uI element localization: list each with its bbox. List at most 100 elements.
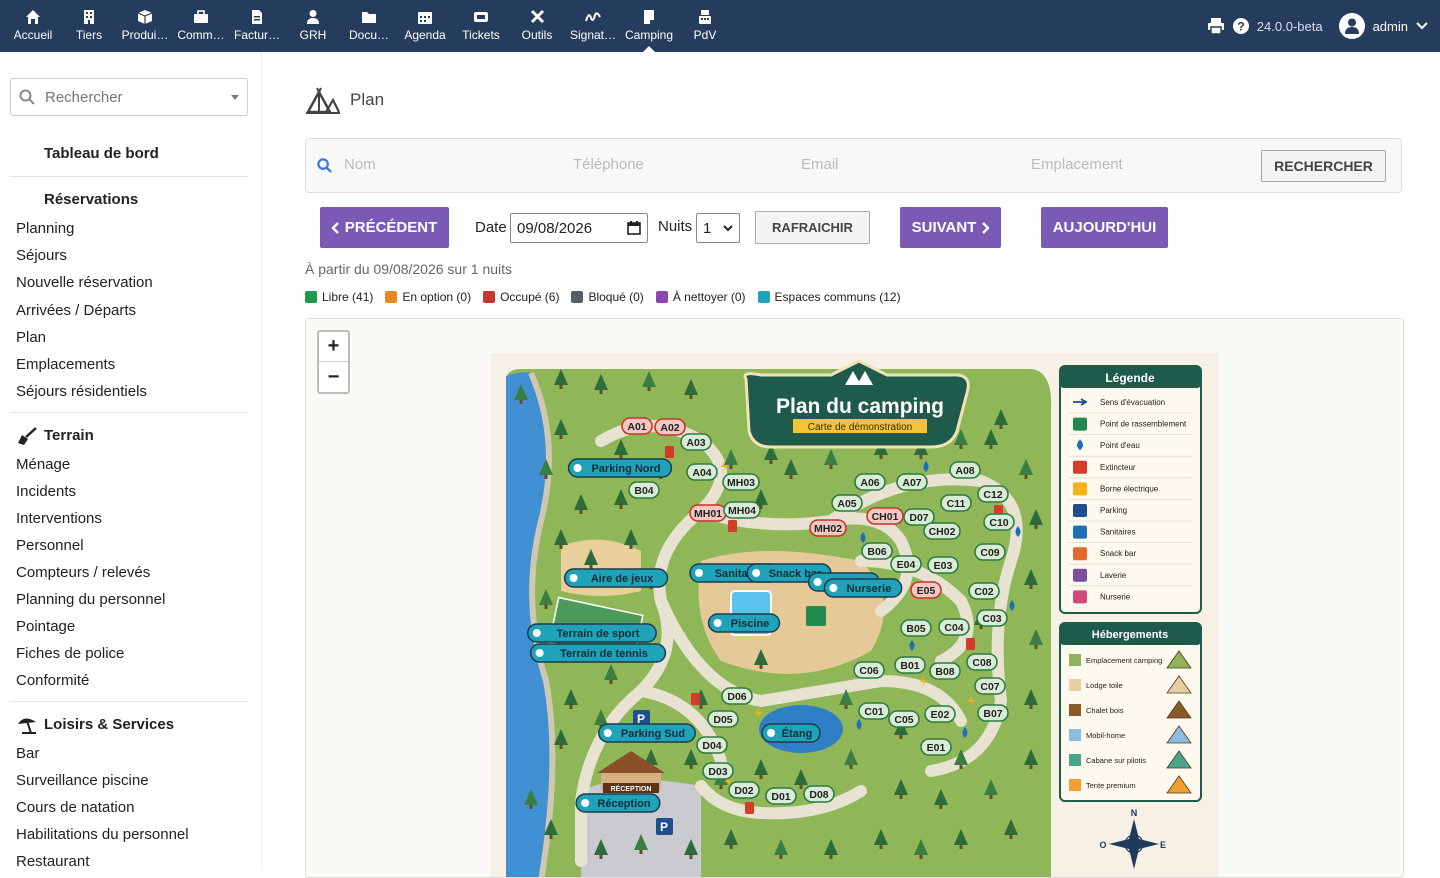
sidebar-item-terrain-5[interactable]: Planning du personnel xyxy=(16,591,165,608)
spot-e02[interactable]: E02 xyxy=(924,705,956,723)
nav-invoice[interactable]: Factur… xyxy=(229,0,285,52)
spot-d06[interactable]: D06 xyxy=(721,687,753,705)
spot-c04[interactable]: C04 xyxy=(938,618,970,636)
nav-home[interactable]: Accueil xyxy=(5,0,61,52)
spot-mh03[interactable]: MH03 xyxy=(722,473,760,491)
sidebar-section-loisirs[interactable]: Loisirs & Services xyxy=(44,716,174,733)
nav-tent[interactable]: Camping xyxy=(621,0,677,52)
spot-d02[interactable]: D02 xyxy=(728,781,760,799)
help-icon[interactable]: ? xyxy=(1232,18,1249,34)
spot-b05[interactable]: B05 xyxy=(900,619,932,637)
spot-e01[interactable]: E01 xyxy=(920,738,952,756)
name-field[interactable]: Nom xyxy=(344,156,376,173)
spot-a06[interactable]: A06 xyxy=(854,473,886,491)
sidebar-item-reservations-6[interactable]: Séjours résidentiels xyxy=(16,383,147,400)
sidebar-section-terrain[interactable]: Terrain xyxy=(44,427,94,444)
search-caret-icon[interactable] xyxy=(231,95,239,100)
nav-cash-register[interactable]: PdV xyxy=(677,0,733,52)
spot-c06[interactable]: C06 xyxy=(853,661,885,679)
spot-a08[interactable]: A08 xyxy=(949,461,981,479)
spot-c12[interactable]: C12 xyxy=(977,485,1009,503)
spot-mh04[interactable]: MH04 xyxy=(723,501,761,519)
spot-d01[interactable]: D01 xyxy=(765,787,797,805)
spot-b07[interactable]: B07 xyxy=(977,704,1009,722)
sidebar-search[interactable] xyxy=(10,78,248,116)
chevron-down-icon[interactable] xyxy=(1416,22,1428,30)
spot-d05[interactable]: D05 xyxy=(707,710,739,728)
place-7[interactable]: Terrain de sport xyxy=(527,623,657,643)
sidebar-item-terrain-1[interactable]: Incidents xyxy=(16,483,76,500)
nav-folder[interactable]: Docu… xyxy=(341,0,397,52)
printer-icon[interactable] xyxy=(1207,18,1225,34)
sidebar-item-loisirs-0[interactable]: Bar xyxy=(16,745,39,762)
previous-button[interactable]: PRÉCÉDENT xyxy=(320,207,449,248)
refresh-button[interactable]: RAFRAICHIR xyxy=(755,211,870,244)
sidebar-item-loisirs-4[interactable]: Restaurant xyxy=(16,853,89,870)
spot-a02[interactable]: A02 xyxy=(654,418,686,436)
nav-user-tie[interactable]: GRH xyxy=(285,0,341,52)
spot-a05[interactable]: A05 xyxy=(831,494,863,512)
sidebar-dashboard[interactable]: Tableau de bord xyxy=(44,145,159,162)
today-button[interactable]: AUJOURD'HUI xyxy=(1041,207,1168,248)
spot-ch02[interactable]: CH02 xyxy=(923,522,961,540)
spot-b06[interactable]: B06 xyxy=(861,542,893,560)
map-image[interactable]: RÉCEPTION Plan du camping Carte de démonst… xyxy=(306,319,1404,878)
spot-d08[interactable]: D08 xyxy=(803,785,835,803)
sidebar-item-loisirs-1[interactable]: Surveillance piscine xyxy=(16,772,149,789)
place-1[interactable]: Aire de jeux xyxy=(563,568,669,588)
sidebar-item-reservations-0[interactable]: Planning xyxy=(16,220,74,237)
spot-c01[interactable]: C01 xyxy=(858,702,890,720)
spot-e03[interactable]: E03 xyxy=(927,556,959,574)
nav-building[interactable]: Tiers xyxy=(61,0,117,52)
sidebar-item-loisirs-3[interactable]: Habilitations du personnel xyxy=(16,826,189,843)
search-button[interactable]: RECHERCHER xyxy=(1261,150,1386,182)
spot-a01[interactable]: A01 xyxy=(621,417,653,435)
place-5[interactable]: Nurserie xyxy=(823,578,903,598)
place-8[interactable]: Terrain de tennis xyxy=(529,643,667,663)
place-9[interactable]: Parking Sud xyxy=(598,723,696,743)
spot-a04[interactable]: A04 xyxy=(686,463,718,481)
nights-select[interactable]: 1 xyxy=(696,213,740,243)
spot-e05[interactable]: E05 xyxy=(910,581,942,599)
spot-mh02[interactable]: MH02 xyxy=(809,519,847,537)
nav-signature[interactable]: Signat… xyxy=(565,0,621,52)
nav-tools[interactable]: Outils xyxy=(509,0,565,52)
sidebar-item-terrain-8[interactable]: Conformité xyxy=(16,672,89,689)
phone-field[interactable]: Téléphone xyxy=(573,156,644,173)
spot-c08[interactable]: C08 xyxy=(966,653,998,671)
sidebar-item-reservations-4[interactable]: Plan xyxy=(16,329,46,346)
spot-e04[interactable]: E04 xyxy=(890,555,922,573)
user-avatar[interactable] xyxy=(1338,13,1365,39)
spot-c02[interactable]: C02 xyxy=(968,582,1000,600)
sidebar-item-terrain-7[interactable]: Fiches de police xyxy=(16,645,124,662)
nav-briefcase[interactable]: Comm… xyxy=(173,0,229,52)
spot-a03[interactable]: A03 xyxy=(680,433,712,451)
place-0[interactable]: Parking Nord xyxy=(567,458,673,478)
sidebar-item-terrain-2[interactable]: Interventions xyxy=(16,510,102,527)
camping-map[interactable]: + − RÉCEPTION Plan du camping Carte de dém… xyxy=(305,318,1404,878)
sidebar-item-reservations-2[interactable]: Nouvelle réservation xyxy=(16,274,153,291)
calendar-icon[interactable] xyxy=(627,221,641,235)
spot-b08[interactable]: B08 xyxy=(929,662,961,680)
sidebar-section-reservations[interactable]: Réservations xyxy=(44,191,138,208)
spot-mh01[interactable]: MH01 xyxy=(689,504,727,522)
nav-calendar[interactable]: Agenda xyxy=(397,0,453,52)
spot-c09[interactable]: C09 xyxy=(974,543,1006,561)
place-10[interactable]: Étang xyxy=(761,723,821,743)
sidebar-item-loisirs-2[interactable]: Cours de natation xyxy=(16,799,134,816)
spot-d04[interactable]: D04 xyxy=(696,736,728,754)
spot-ch01[interactable]: CH01 xyxy=(866,507,904,525)
spot-a07[interactable]: A07 xyxy=(896,473,928,491)
user-name[interactable]: admin xyxy=(1373,19,1408,34)
place-11[interactable]: Réception xyxy=(575,793,661,813)
sidebar-item-reservations-1[interactable]: Séjours xyxy=(16,247,67,264)
spot-c07[interactable]: C07 xyxy=(974,677,1006,695)
sidebar-item-terrain-3[interactable]: Personnel xyxy=(16,537,84,554)
sidebar-item-terrain-6[interactable]: Pointage xyxy=(16,618,75,635)
spot-c10[interactable]: C10 xyxy=(983,513,1015,531)
spot-b01[interactable]: B01 xyxy=(894,656,926,674)
sidebar-item-terrain-0[interactable]: Ménage xyxy=(16,456,70,473)
email-field[interactable]: Email xyxy=(801,156,839,173)
spot-d03[interactable]: D03 xyxy=(702,762,734,780)
nav-box[interactable]: Produi… xyxy=(117,0,173,52)
